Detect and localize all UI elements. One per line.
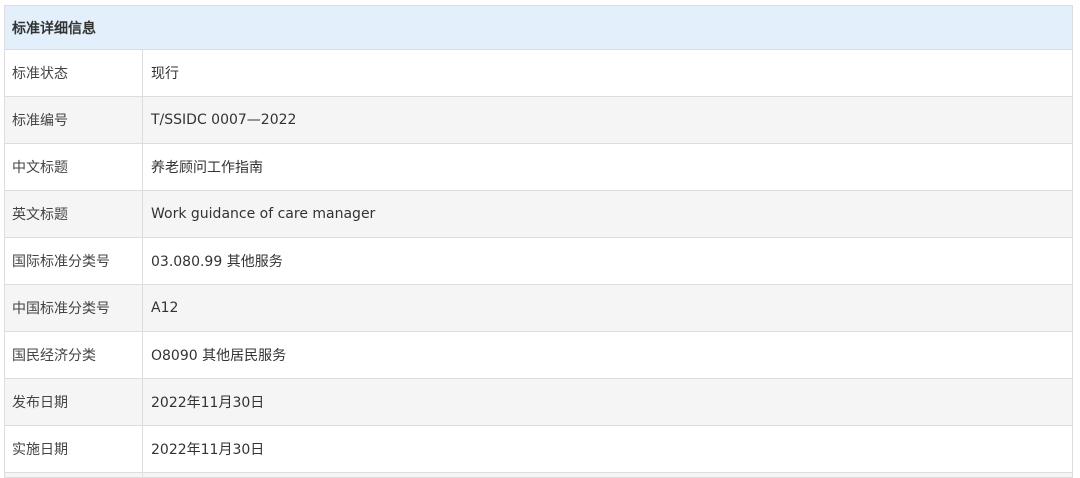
- table-row-publish-date: 发布日期 2022年11月30日: [4, 378, 1073, 426]
- table-title: 标准详细信息: [4, 5, 1073, 50]
- row-label: 标准状态: [4, 49, 143, 97]
- row-label: 发布日期: [4, 378, 143, 426]
- table-row-number: 标准编号 T/SSIDC 0007—2022: [4, 96, 1073, 144]
- table-row-ccs: 中国标准分类号 A12: [4, 284, 1073, 332]
- row-value: T/SSIDC 0007—2022: [142, 96, 1073, 144]
- row-value: 现行: [142, 49, 1073, 97]
- row-label-empty: [4, 472, 143, 478]
- table-row-english-title: 英文标题 Work guidance of care manager: [4, 190, 1073, 238]
- row-value-empty: [142, 472, 1073, 478]
- row-label: 实施日期: [4, 425, 143, 473]
- table-row-ics: 国际标准分类号 03.080.99 其他服务: [4, 237, 1073, 285]
- row-value: 2022年11月30日: [142, 425, 1073, 473]
- standard-detail-table: 标准详细信息 标准状态 现行 标准编号 T/SSIDC 0007—2022 中文…: [4, 5, 1073, 478]
- table-row-economic-class: 国民经济分类 O8090 其他居民服务: [4, 331, 1073, 379]
- row-label: 中国标准分类号: [4, 284, 143, 332]
- row-value: 2022年11月30日: [142, 378, 1073, 426]
- row-label: 国际标准分类号: [4, 237, 143, 285]
- row-value: O8090 其他居民服务: [142, 331, 1073, 379]
- table-row-effective-date: 实施日期 2022年11月30日: [4, 425, 1073, 473]
- table-header-row: 标准详细信息: [4, 5, 1073, 50]
- row-label: 英文标题: [4, 190, 143, 238]
- row-label: 国民经济分类: [4, 331, 143, 379]
- row-label: 标准编号: [4, 96, 143, 144]
- table-row-status: 标准状态 现行: [4, 49, 1073, 97]
- table-row-partial: [4, 472, 1073, 478]
- row-label: 中文标题: [4, 143, 143, 191]
- table-row-chinese-title: 中文标题 养老顾问工作指南: [4, 143, 1073, 191]
- row-value: Work guidance of care manager: [142, 190, 1073, 238]
- row-value: A12: [142, 284, 1073, 332]
- row-value: 养老顾问工作指南: [142, 143, 1073, 191]
- row-value: 03.080.99 其他服务: [142, 237, 1073, 285]
